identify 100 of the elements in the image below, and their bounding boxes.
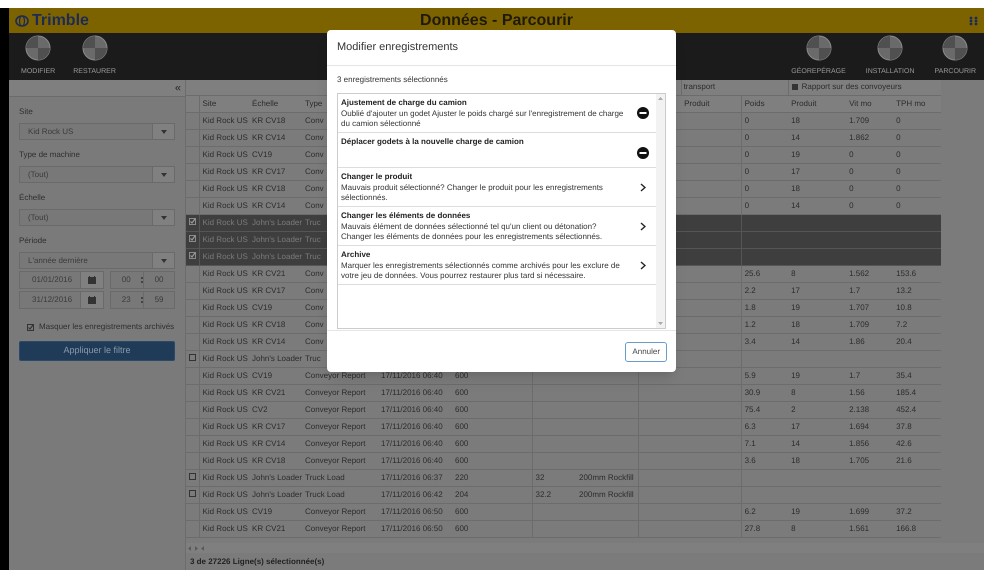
table-cell: KR CV17: [252, 286, 286, 294]
table-row[interactable]: Kid Rock US KR CV21 Conveyor Report 17/11/2016 06:50 600 27.8 8 1.561 166.8: [186, 520, 942, 537]
group-header: transport: [682, 82, 716, 92]
checked-checkbox[interactable]: [188, 234, 196, 242]
table-row[interactable]: Kid Rock US KR CV14 Conveyor Report 17/11/2016 06:40 600 7.1 14 1.856 42.6: [186, 435, 942, 452]
scroll-up-icon[interactable]: [658, 97, 663, 100]
scroll-arrows-icon[interactable]: [188, 546, 204, 550]
table-cell: KR CV21: [252, 268, 286, 278]
table-cell: 42.6: [896, 438, 912, 448]
table-cell: 452.4: [896, 404, 916, 414]
table-cell: 1.705: [849, 456, 870, 464]
table-cell: 600: [455, 404, 468, 414]
table-cell: 0: [849, 166, 854, 176]
scroll-down-icon[interactable]: [658, 322, 663, 325]
table-cell: 32: [536, 472, 544, 482]
column-header[interactable]: Poids: [744, 98, 765, 108]
checkbox[interactable]: [188, 354, 196, 360]
quadrant-circle-icon: [806, 35, 832, 62]
table-row[interactable]: Kid Rock US CV2 Conveyor Report 17/11/2016 06:40 600 75.4 2 2.138 452.4: [186, 401, 942, 418]
checked-checkbox[interactable]: [188, 252, 196, 258]
select-field[interactable]: (Tout): [19, 209, 175, 226]
table-row[interactable]: Kid Rock US CV19 Conveyor Report 17/11/2016 06:50 600 6.2 19 1.699 37.2: [186, 503, 942, 520]
table-cell: 0: [896, 166, 901, 176]
action-item[interactable]: Déplacer godets à la nouvelle charge de camion: [338, 133, 656, 168]
column-header[interactable]: Produit: [791, 98, 816, 108]
caret-icon: [160, 130, 166, 134]
table-cell: 14: [791, 438, 800, 448]
table-row[interactable]: Kid Rock US John's Loader Truck Load 17/11/2016 06:37 220 32 200mm Rockfill: [186, 469, 942, 486]
logo-text: Trimble: [32, 12, 89, 28]
column-header[interactable]: Vit mo: [849, 98, 872, 108]
table-cell: 0: [849, 184, 854, 192]
table-cell: Kid Rock US: [202, 370, 248, 380]
table-cell: 0: [744, 184, 750, 192]
table-cell: 1.856: [849, 438, 870, 448]
table-cell: 1.862: [849, 132, 870, 142]
table-cell: 1.709: [849, 320, 870, 328]
table-row[interactable]: Kid Rock US KR CV21 Conveyor Report 17/11/2016 06:40 600 30.9 8 1.56 185.4: [186, 384, 942, 401]
table-row[interactable]: Kid Rock US KR CV18 Conveyor Report 17/11/2016 06:40 600 3.6 18 1.705 21.6: [186, 452, 942, 469]
table-cell: Kid Rock US: [202, 320, 248, 328]
table-cell: 17/11/2016 06:42: [381, 490, 443, 498]
checkbox[interactable]: [188, 490, 196, 496]
table-cell: 1.709: [849, 116, 870, 124]
table-cell: John's Loader: [252, 472, 302, 482]
minute-field[interactable]: 59: [143, 292, 174, 308]
column-header[interactable]: Site: [202, 98, 216, 108]
table-cell: 600: [455, 438, 468, 448]
collapse-button[interactable]: «: [174, 82, 181, 94]
table-row[interactable]: Kid Rock US John's Loader Truck Load 17/11/2016 06:42 204 32.2 200mm Rockfill: [186, 486, 942, 503]
table-cell: 14: [791, 132, 800, 142]
table-cell: Conveyor Report: [305, 370, 366, 380]
minute-field[interactable]: 00: [143, 272, 174, 288]
table-cell: 37.8: [896, 422, 912, 430]
caret-icon: [160, 216, 166, 220]
select-field[interactable]: Kid Rock US: [19, 123, 175, 140]
table-cell: 0: [849, 200, 854, 210]
table-cell: Kid Rock US: [202, 200, 248, 210]
cancel-button[interactable]: Annuler: [625, 342, 667, 362]
logo-icon: [15, 14, 29, 26]
table-cell: 0: [896, 200, 901, 210]
scrollbar[interactable]: [656, 94, 665, 328]
table-cell: 0: [744, 132, 750, 142]
table-cell: Kid Rock US: [202, 506, 248, 516]
table-cell: 17/11/2016 06:40: [381, 404, 443, 414]
table-cell: 20.4: [896, 336, 912, 346]
table-cell: 17: [791, 166, 800, 176]
action-item[interactable]: Ajustement de charge du camion Oublié d'ajouter un godet Ajuster le poids chargé sur l'enregistrement de charge du camion sélectionné: [338, 94, 656, 133]
column-header[interactable]: Échelle: [252, 98, 278, 108]
grid-menu-icon[interactable]: [969, 16, 978, 26]
checked-checkbox[interactable]: [27, 324, 34, 330]
table-cell: 17/11/2016 06:40: [381, 370, 443, 380]
select-field[interactable]: L'année dernière: [19, 252, 175, 269]
apply-filter-button[interactable]: Appliquer le filtre: [19, 341, 175, 361]
table-cell: Conveyor Report: [305, 422, 366, 430]
column-header[interactable]: Type: [305, 98, 322, 108]
table-cell: 0: [896, 150, 901, 158]
checkbox[interactable]: [188, 472, 196, 480]
table-cell: 1.561: [849, 524, 870, 532]
table-cell: 600: [455, 524, 468, 532]
table-cell: Truc: [305, 234, 321, 244]
table-cell: Kid Rock US: [202, 132, 248, 142]
filter-label: Période: [19, 235, 48, 247]
caret-icon: [160, 258, 166, 262]
table-row[interactable]: Kid Rock US KR CV17 Conveyor Report 17/11/2016 06:40 600 6.3 17 1.694 37.8: [186, 418, 942, 435]
table-cell: KR CV18: [252, 184, 286, 192]
table-cell: CV2: [252, 404, 268, 414]
column-header[interactable]: Produit: [684, 98, 710, 108]
checked-checkbox[interactable]: [188, 218, 196, 224]
table-cell: Kid Rock US: [202, 116, 248, 124]
select-field[interactable]: (Tout): [19, 166, 175, 183]
table-cell: Kid Rock US: [202, 302, 248, 312]
table-cell: Truck Load: [305, 472, 345, 482]
table-cell: KR CV14: [252, 336, 286, 346]
hour-field[interactable]: 00: [111, 274, 142, 286]
checkbox-label: Masquer les enregistrements archivés: [39, 321, 174, 333]
table-cell: 1.694: [849, 422, 870, 430]
column-header[interactable]: TPH mo: [896, 98, 926, 108]
table-cell: 166.8: [896, 524, 916, 532]
hour-field[interactable]: 23: [111, 294, 142, 306]
quadrant-circle-icon: [942, 35, 968, 62]
table-cell: Kid Rock US: [202, 268, 248, 278]
